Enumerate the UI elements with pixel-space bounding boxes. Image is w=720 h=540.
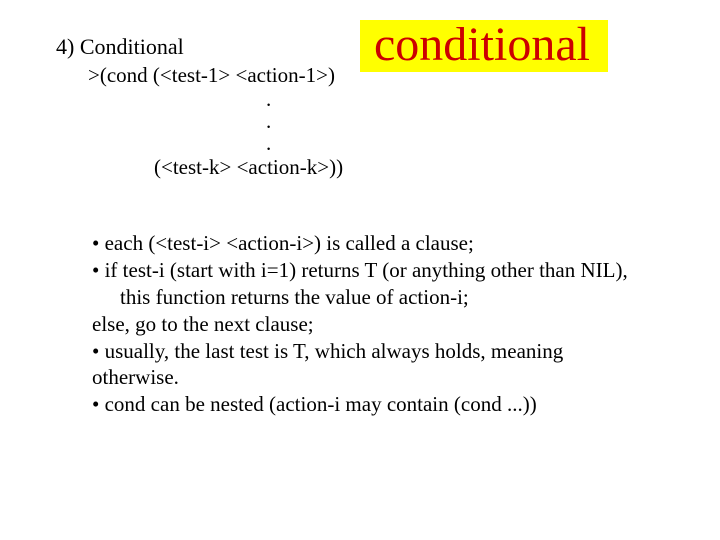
code-ellipsis-dot: . bbox=[266, 132, 343, 154]
slide: conditional 4) Conditional >(cond (<test… bbox=[0, 0, 720, 540]
code-line-1: >(cond (<test-1> <action-1>) bbox=[88, 63, 335, 87]
bullet-list: • each (<test-i> <action-i>) is called a… bbox=[92, 230, 692, 418]
bullet-item: • cond can be nested (action-i may conta… bbox=[92, 391, 692, 418]
section-heading: 4) Conditional bbox=[56, 34, 184, 60]
bullet-item: • usually, the last test is T, which alw… bbox=[92, 338, 692, 365]
code-block: >(cond (<test-1> <action-1>) ...(<test-k… bbox=[88, 62, 343, 181]
bullet-item-cont: otherwise. bbox=[92, 364, 692, 391]
title-highlight-box: conditional bbox=[360, 20, 608, 72]
bullet-item-cont: this function returns the value of actio… bbox=[120, 284, 692, 311]
title-text: conditional bbox=[374, 18, 590, 71]
bullet-item: • if test-i (start with i=1) returns T (… bbox=[92, 257, 692, 284]
bullet-item-cont: else, go to the next clause; bbox=[92, 311, 692, 338]
bullet-item: • each (<test-i> <action-i>) is called a… bbox=[92, 230, 692, 257]
code-ellipsis-dot: . bbox=[266, 110, 343, 132]
code-line-2: (<test-k> <action-k>)) bbox=[154, 155, 343, 179]
code-ellipsis-dot: . bbox=[266, 88, 343, 110]
